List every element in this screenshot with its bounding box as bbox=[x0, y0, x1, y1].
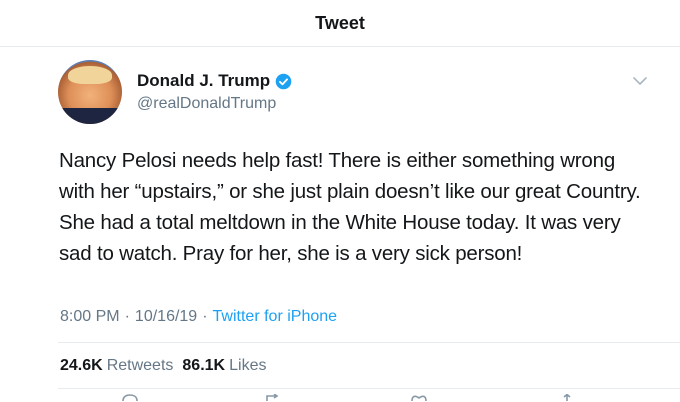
avatar[interactable] bbox=[58, 60, 122, 124]
tweet-meta: 8:00 PM · 10/16/19 · Twitter for iPhone bbox=[60, 308, 337, 326]
share-icon[interactable] bbox=[558, 394, 576, 401]
retweets-stat[interactable]: 24.6K Retweets bbox=[60, 357, 173, 375]
likes-label: Likes bbox=[229, 357, 267, 374]
display-name[interactable]: Donald J. Trump bbox=[137, 71, 270, 91]
meta-separator: · bbox=[124, 308, 130, 325]
tweet-source-link[interactable]: Twitter for iPhone bbox=[213, 308, 338, 326]
retweets-count: 24.6K bbox=[60, 357, 103, 374]
verified-badge-icon bbox=[275, 73, 292, 89]
tweet-text: Nancy Pelosi needs help fast! There is e… bbox=[59, 149, 641, 265]
avatar-hair bbox=[68, 66, 112, 84]
top-bar: Tweet bbox=[0, 0, 680, 47]
divider bbox=[58, 342, 680, 343]
author-text: Donald J. Trump @realDonaldTrump bbox=[137, 71, 292, 113]
meta-separator: · bbox=[202, 308, 208, 325]
user-handle[interactable]: @realDonaldTrump bbox=[137, 95, 292, 113]
reply-icon[interactable] bbox=[121, 394, 139, 401]
likes-count: 86.1K bbox=[182, 357, 226, 374]
divider bbox=[58, 388, 680, 389]
page-title: Tweet bbox=[315, 12, 365, 33]
likes-stat[interactable]: 86.1K Likes bbox=[182, 357, 266, 375]
retweet-icon[interactable] bbox=[263, 394, 281, 401]
author-row[interactable]: Donald J. Trump @realDonaldTrump bbox=[58, 60, 292, 124]
avatar-suit bbox=[58, 108, 122, 124]
tweet-time: 8:00 PM bbox=[60, 308, 120, 325]
tweet-date: 10/16/19 bbox=[134, 308, 198, 325]
name-row: Donald J. Trump bbox=[137, 71, 292, 91]
retweets-label: Retweets bbox=[106, 357, 174, 374]
like-icon[interactable] bbox=[410, 394, 428, 401]
tweet-stats: 24.6K Retweets 86.1K Likes bbox=[60, 357, 266, 375]
chevron-down-icon[interactable] bbox=[632, 74, 648, 88]
